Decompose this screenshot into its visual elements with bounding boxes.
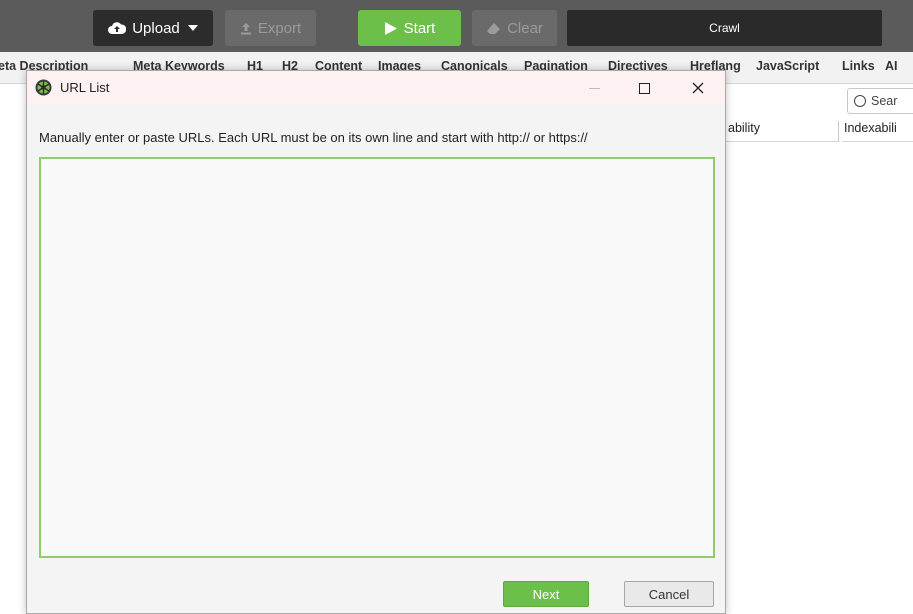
play-icon [384, 21, 397, 35]
minimize-icon [588, 87, 600, 89]
tab-javascript[interactable]: JavaScript [756, 59, 819, 73]
search-icon [854, 95, 866, 107]
tab-ai[interactable]: AI [885, 59, 898, 73]
dialog-titlebar[interactable]: URL List [27, 71, 725, 105]
cloud-upload-icon [108, 22, 127, 34]
search-placeholder: Sear [871, 94, 898, 108]
spider-logo-icon [35, 79, 52, 96]
dialog-title: URL List [60, 80, 110, 95]
column-header-indexability-status[interactable]: ability [726, 121, 838, 142]
instructions-text: Manually enter or paste URLs. Each URL m… [39, 130, 588, 145]
upload-button[interactable]: Upload [93, 10, 213, 46]
search-input[interactable]: Sear [847, 88, 913, 114]
close-icon [692, 82, 704, 94]
export-icon [240, 22, 251, 34]
upload-label: Upload [132, 19, 180, 37]
export-label: Export [257, 19, 302, 37]
maximize-button[interactable] [633, 77, 655, 99]
eraser-icon [487, 22, 501, 34]
next-button[interactable]: Next [503, 581, 589, 607]
chevron-down-icon [187, 25, 198, 31]
column-header-indexability[interactable]: Indexabili [842, 121, 913, 142]
start-label: Start [403, 19, 436, 37]
clear-label: Clear [507, 19, 543, 37]
export-button[interactable]: Export [225, 10, 316, 46]
url-list-textarea[interactable] [39, 157, 715, 558]
column-divider[interactable] [838, 121, 839, 142]
tab-links[interactable]: Links [842, 59, 875, 73]
cancel-button[interactable]: Cancel [624, 581, 714, 607]
maximize-icon [638, 82, 650, 94]
url-list-dialog: URL List Manually enter or paste URLs. E… [26, 70, 726, 614]
clear-button[interactable]: Clear [472, 10, 557, 46]
close-button[interactable] [687, 77, 709, 99]
minimize-button[interactable] [583, 77, 605, 99]
main-toolbar: Upload Export Start Clear Crawl [0, 0, 913, 52]
crawl-status-field[interactable]: Crawl [567, 10, 882, 46]
start-button[interactable]: Start [358, 10, 461, 46]
